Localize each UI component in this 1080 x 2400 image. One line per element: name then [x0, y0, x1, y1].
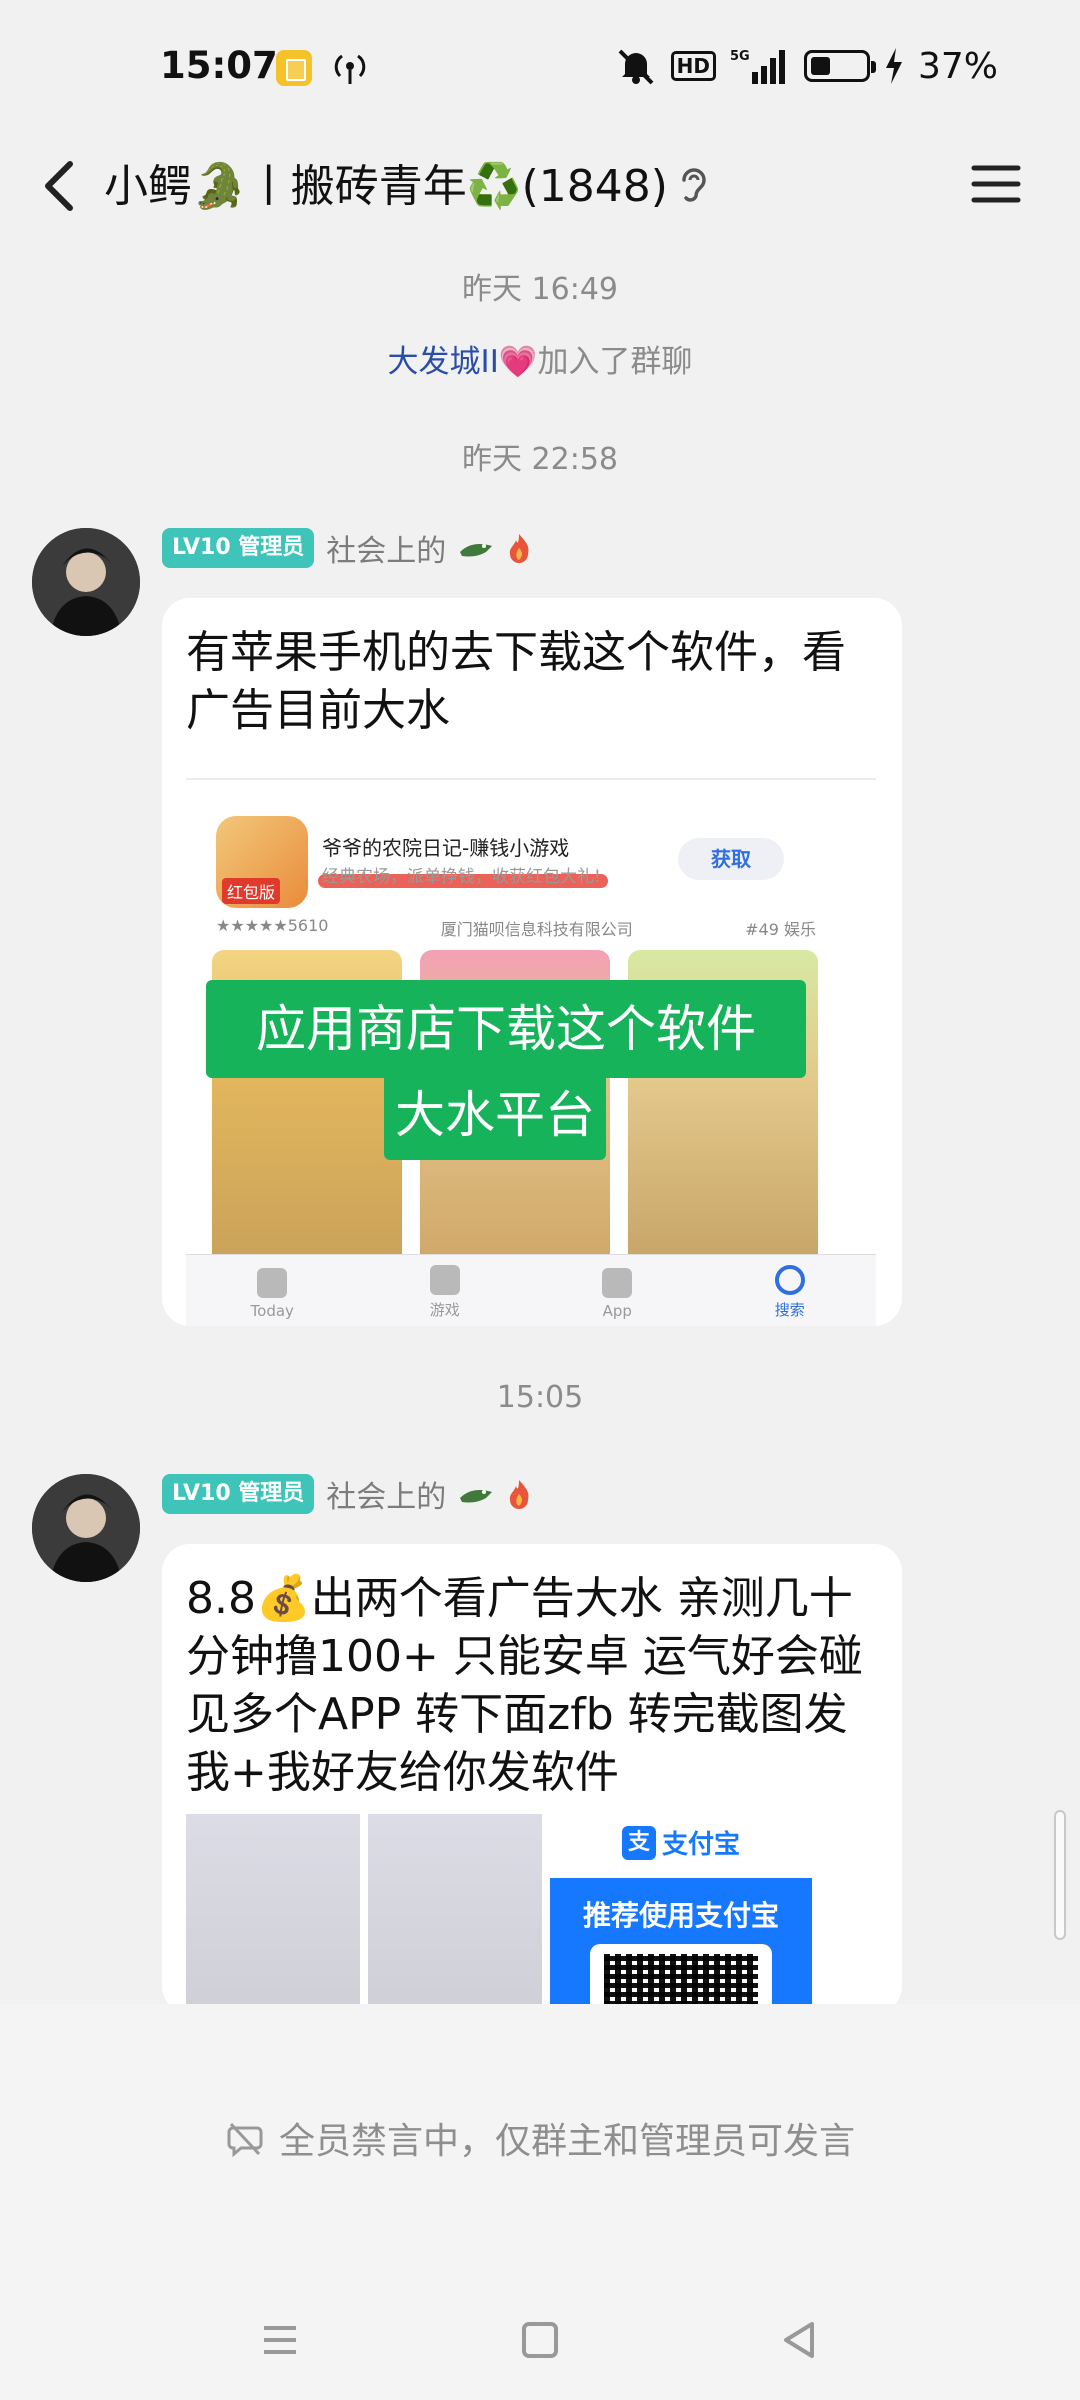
- get-button: 获取: [678, 838, 784, 880]
- phone-screenshot: [368, 1814, 542, 2014]
- battery-fill: [810, 57, 830, 75]
- fire-icon: [510, 534, 529, 563]
- tab-label: App: [602, 1302, 632, 1320]
- system-nav-bar: [0, 2280, 1080, 2380]
- recent-icon[interactable]: [250, 2310, 310, 2370]
- rocket-icon: [429, 1265, 460, 1295]
- app-rank: #49 娱乐: [745, 920, 816, 939]
- message-meta: LV10 管理员 社会上的: [162, 1472, 532, 1516]
- promo-banner: 大水平台: [384, 1070, 606, 1160]
- app-icon: 红包版: [216, 816, 308, 908]
- system-message: 大发城II💗加入了群聊: [0, 336, 1080, 381]
- back-icon[interactable]: [34, 154, 94, 218]
- layers-icon: [602, 1268, 633, 1298]
- system-message-text: 加入了群聊: [537, 344, 693, 380]
- alipay-qr-card: 支 支付宝 推荐使用支付宝: [550, 1814, 812, 2014]
- timestamp: 昨天 22:58: [462, 442, 618, 477]
- app-rating: ★★★★★5610: [216, 916, 329, 935]
- app-developer: 厦门猫呗信息科技有限公司: [440, 920, 633, 939]
- message-text: 有苹果手机的去下载这个软件，看广告目前大水: [186, 627, 846, 736]
- app-store-screenshot[interactable]: 红包版 爷爷的农院日记-赚钱小游戏 经典农场，派单挣钱，收获红包大礼! 获取 ★…: [186, 778, 876, 1326]
- notification-app-icon: [276, 50, 312, 86]
- scrollbar[interactable]: [1054, 1810, 1066, 1940]
- message-text: 8.8💰出两个看广告大水 亲测几十分钟撸100+ 只能安卓 运气好会碰见多个AP…: [186, 1573, 863, 1798]
- croc-icon: [460, 1490, 493, 1503]
- tab-games: 游戏: [400, 1265, 490, 1320]
- avatar-image: [32, 1474, 140, 1582]
- back-nav-icon[interactable]: [770, 2310, 830, 2370]
- today-icon: [257, 1268, 288, 1298]
- hd-indicator: HD: [670, 51, 716, 81]
- mute-chat-icon: [227, 2122, 263, 2158]
- muted-notice: 全员禁言中，仅群主和管理员可发言: [0, 2112, 1080, 2164]
- system-member-name[interactable]: 大发城II💗: [388, 344, 538, 380]
- fire-icon: [510, 1480, 529, 1509]
- alipay-band-text: 推荐使用支付宝: [582, 1899, 779, 1932]
- promo-banner: 应用商店下载这个软件: [206, 980, 806, 1078]
- avatar[interactable]: [32, 528, 140, 636]
- admin-badge: LV10 管理员: [162, 528, 315, 568]
- svg-text:5G: 5G: [730, 49, 750, 64]
- sender-name[interactable]: 社会上的: [326, 1472, 446, 1516]
- status-time: 15:07: [160, 44, 278, 87]
- message-bubble[interactable]: 8.8💰出两个看广告大水 亲测几十分钟撸100+ 只能安卓 运气好会碰见多个AP…: [162, 1544, 902, 2014]
- timestamp: 15:05: [496, 1380, 584, 1415]
- message-bubble[interactable]: 有苹果手机的去下载这个软件，看广告目前大水 红包版 爷爷的农院日记-赚钱小游戏 …: [162, 598, 902, 1326]
- app-icon-tag: 红包版: [222, 878, 281, 904]
- croc-icon: [460, 544, 493, 557]
- home-icon[interactable]: [510, 2310, 570, 2370]
- tab-label: Today: [250, 1302, 294, 1320]
- hotspot-icon: [334, 54, 366, 84]
- menu-icon[interactable]: [968, 156, 1024, 212]
- avatar[interactable]: [32, 1474, 140, 1582]
- status-bar: 15:07 HD 5G 37%: [0, 0, 1080, 140]
- tab-app: App: [572, 1268, 662, 1320]
- battery-icon: [803, 50, 876, 82]
- admin-badge: LV10 管理员: [162, 1474, 315, 1514]
- chat-screen: 15:07 HD 5G 37% 小鳄🐊丨搬砖青年♻️(1848) 昨天 16:4…: [0, 0, 1080, 2400]
- app-store-tabbar: Today 游戏 App 搜索: [186, 1254, 876, 1326]
- alipay-band: 推荐使用支付宝: [550, 1878, 812, 2014]
- status-right-group: HD 5G 37%: [615, 44, 998, 88]
- ear-icon[interactable]: [676, 162, 712, 210]
- chat-header: 小鳄🐊丨搬砖青年♻️(1848): [0, 140, 1080, 230]
- tab-label: 游戏: [429, 1301, 460, 1319]
- tab-search: 搜索: [745, 1265, 835, 1320]
- search-icon: [774, 1265, 805, 1295]
- phone-screenshot: [186, 1814, 360, 2014]
- timestamp: 昨天 16:49: [462, 272, 618, 307]
- app-name: 爷爷的农院日记-赚钱小游戏: [322, 836, 570, 860]
- avatar-image: [32, 528, 140, 636]
- sender-name[interactable]: 社会上的: [326, 526, 446, 570]
- app-meta-row: ★★★★★5610 厦门猫呗信息科技有限公司 #49 娱乐: [216, 916, 816, 940]
- alipay-icon: 支: [622, 1825, 656, 1860]
- alipay-logo-text: 支付宝: [662, 1830, 741, 1860]
- charging-icon: [885, 48, 902, 84]
- alipay-logo: 支 支付宝: [622, 1824, 740, 1861]
- muted-notice-text: 全员禁言中，仅群主和管理员可发言: [278, 2121, 855, 2162]
- signal-icon: 5G: [730, 49, 785, 84]
- mute-icon: [618, 49, 654, 85]
- message-meta: LV10 管理员 社会上的: [162, 526, 532, 570]
- battery-percent: 37%: [917, 45, 998, 87]
- message-images[interactable]: 支 支付宝 推荐使用支付宝: [186, 1814, 812, 2014]
- group-title[interactable]: 小鳄🐊丨搬砖青年♻️(1848): [104, 150, 668, 214]
- app-subtitle: 经典农场，派单挣钱，收获红包大礼!: [322, 867, 601, 887]
- tab-label: 搜索: [774, 1301, 805, 1319]
- tab-today: Today: [227, 1268, 317, 1320]
